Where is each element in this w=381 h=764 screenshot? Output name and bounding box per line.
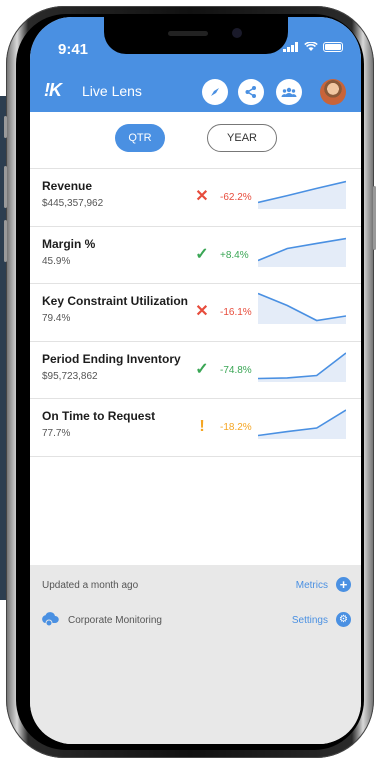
front-camera [232, 28, 242, 38]
volume-down-button [4, 220, 7, 262]
exclamation-icon: ! [199, 418, 205, 435]
cloud-sync-icon [42, 612, 59, 627]
share-button[interactable] [238, 79, 264, 105]
power-button [373, 186, 376, 250]
kpi-name: Revenue [42, 179, 93, 193]
kpi-content: QTR YEAR Revenue $445,357,962 ✕ -62.2% Margi… [30, 112, 361, 565]
app-title: Live Lens [82, 83, 142, 99]
last-updated-text: Updated a month ago [42, 580, 139, 591]
app-header: !K Live Lens [30, 75, 361, 112]
phone-screen: 9:41 !K Live Lens QTR YEAR Revenue $445,… [30, 17, 361, 744]
kpi-change: -18.2% [220, 422, 252, 433]
footer: Updated a month ago Metrics + Corporate … [30, 565, 361, 744]
kpi-change: +8.4% [220, 249, 249, 261]
x-icon: ✕ [195, 188, 209, 205]
trend-sparkline [258, 180, 346, 209]
kpi-row[interactable]: Revenue $445,357,962 ✕ -62.2% [30, 169, 361, 227]
status-icons [283, 42, 343, 52]
top-bar: 9:41 !K Live Lens [30, 17, 361, 112]
kpi-name: On Time to Request [42, 409, 156, 423]
qtr-tab[interactable]: QTR [115, 124, 165, 152]
sparkline-area [258, 410, 346, 439]
trend-sparkline [258, 237, 346, 267]
kpi-row[interactable]: Margin % 45.9% ✓ +8.4% [30, 227, 361, 284]
divider [30, 455, 361, 457]
period-toggle: QTR YEAR [30, 124, 361, 152]
battery-icon [323, 42, 343, 52]
kpi-name: Margin % [42, 236, 96, 251]
trend-sparkline [258, 351, 346, 382]
user-avatar[interactable] [320, 79, 346, 105]
metrics-link[interactable]: Metrics [296, 580, 328, 591]
sparkline-area [258, 181, 346, 209]
kpi-change: -62.2% [220, 192, 252, 203]
share-icon [245, 86, 256, 98]
settings-icon[interactable]: ⚙ [336, 612, 351, 627]
compass-button[interactable] [202, 79, 228, 105]
year-tab[interactable]: YEAR [207, 124, 277, 152]
kpi-name: Key Constraint Utilization [42, 294, 189, 308]
kpi-value: $95,723,862 [42, 370, 98, 382]
kpi-change: -74.8% [220, 364, 252, 376]
check-icon: ✓ [195, 360, 209, 378]
kpi-row[interactable]: On Time to Request 77.7%! -18.2% [30, 399, 361, 457]
signal-icon [283, 42, 298, 52]
add-metric-icon[interactable]: + [336, 577, 351, 592]
notch [104, 17, 288, 54]
settings-link[interactable]: Settings [292, 615, 328, 626]
speaker-grille [168, 31, 208, 36]
kpi-value: 77.7% [42, 428, 71, 439]
kpi-value: 79.4% [42, 313, 71, 324]
check-icon: ✓ [195, 245, 209, 263]
volume-up-button [4, 166, 7, 208]
trend-sparkline [258, 409, 346, 439]
sparkline-area [258, 238, 346, 267]
app-logo[interactable]: !K [44, 80, 62, 101]
group-icon [281, 87, 297, 97]
teams-button[interactable] [276, 79, 302, 105]
compass-icon [211, 88, 219, 96]
kpi-value: 45.9% [42, 255, 71, 267]
corporate-monitoring-label[interactable]: Corporate Monitoring [68, 615, 162, 626]
wifi-icon [304, 42, 318, 51]
kpi-change: -16.1% [220, 307, 252, 318]
mute-switch [4, 116, 7, 138]
kpi-name: Period Ending Inventory [42, 351, 181, 366]
x-icon: ✕ [195, 303, 209, 320]
kpi-row[interactable]: Key Constraint Utilization 79.4% ✕ -16.1% [30, 284, 361, 342]
kpi-value: $445,357,962 [42, 198, 104, 209]
trend-sparkline [258, 292, 346, 324]
status-time: 9:41 [58, 41, 89, 58]
kpi-row[interactable]: Period Ending Inventory $95,723,862 ✓ -74.8… [30, 342, 361, 399]
